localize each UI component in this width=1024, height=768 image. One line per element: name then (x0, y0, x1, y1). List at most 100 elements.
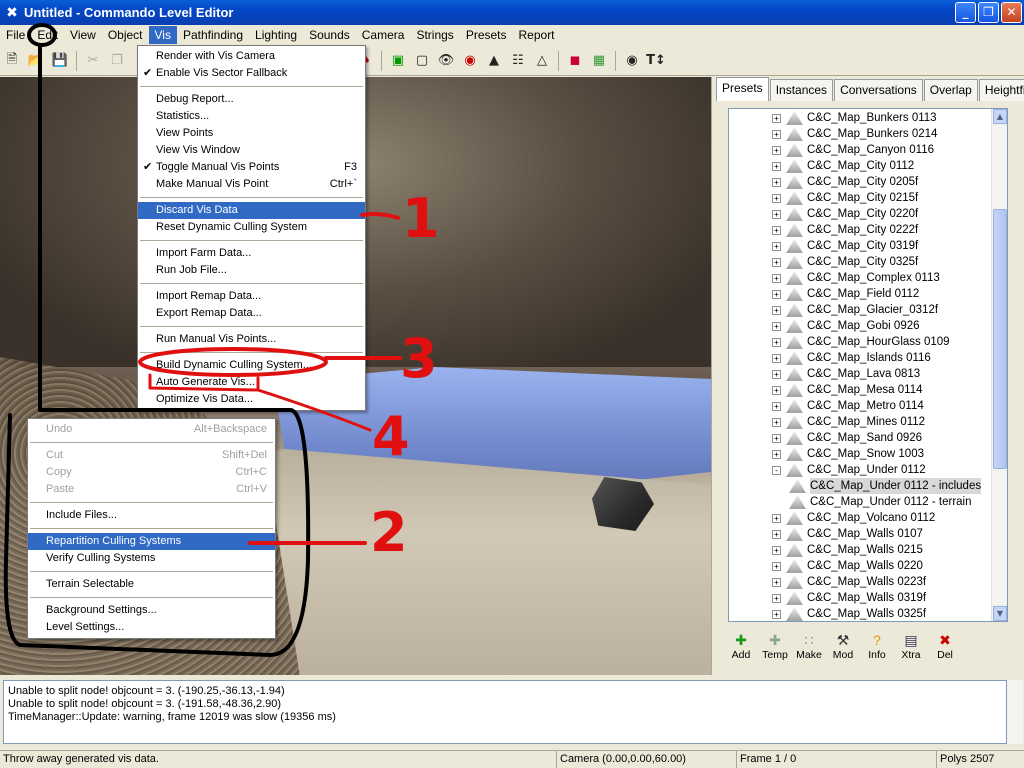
expand-icon[interactable]: + (772, 561, 781, 571)
menu-camera[interactable]: Camera (356, 26, 411, 44)
expand-icon[interactable]: + (772, 449, 781, 459)
tree-item[interactable]: + C&C_Map_Field 0112 (729, 286, 993, 302)
add-button[interactable]: ✚ Add (726, 631, 756, 661)
menu-item-include-files[interactable]: Include Files... (28, 507, 275, 524)
menu-item-render-with-vis-camera[interactable]: Render with Vis Camera (138, 48, 365, 65)
make-button[interactable]: ∷ Make (794, 631, 824, 661)
expand-icon[interactable]: + (772, 609, 781, 619)
tree-item[interactable]: C&C_Map_Under 0112 - includes (729, 478, 993, 494)
close-button[interactable]: ✕ (1001, 2, 1022, 23)
menu-item-auto-generate-vis[interactable]: Auto Generate Vis... (138, 374, 365, 391)
tree-item[interactable]: + C&C_Map_Gobi 0926 (729, 318, 993, 334)
tree-item[interactable]: + C&C_Map_Snow 1003 (729, 446, 993, 462)
tree-item[interactable]: + C&C_Map_City 0325f (729, 254, 993, 270)
tree-item[interactable]: + C&C_Map_City 0205f (729, 174, 993, 190)
menu-item-statistics[interactable]: Statistics... (138, 108, 365, 125)
tree-icon[interactable]: ▲ (483, 50, 505, 72)
tree-item[interactable]: + C&C_Map_Walls 0220 (729, 558, 993, 574)
expand-icon[interactable]: + (772, 417, 781, 427)
tree-item[interactable]: + C&C_Map_City 0215f (729, 190, 993, 206)
menu-item-debug-report[interactable]: Debug Report... (138, 91, 365, 108)
tree-item[interactable]: + C&C_Map_HourGlass 0109 (729, 334, 993, 350)
info-button[interactable]: ? Info (862, 631, 892, 661)
expand-icon[interactable]: + (772, 257, 781, 267)
menu-report[interactable]: Report (513, 26, 561, 44)
collapse-icon[interactable]: - (772, 465, 781, 475)
save-icon[interactable]: 💾 (49, 50, 71, 72)
menu-item-make-manual-vis-point[interactable]: Make Manual Vis Point Ctrl+` (138, 176, 365, 193)
restore-button[interactable]: ❐ (978, 2, 999, 23)
tree-item[interactable]: + C&C_Map_Canyon 0116 (729, 142, 993, 158)
expand-icon[interactable]: + (772, 209, 781, 219)
tree-item[interactable]: + C&C_Map_Walls 0215 (729, 542, 993, 558)
expand-icon[interactable]: + (772, 385, 781, 395)
tree-item[interactable]: + C&C_Map_Bunkers 0214 (729, 126, 993, 142)
eye-icon[interactable]: 👁 (435, 50, 457, 72)
tab-instances[interactable]: Instances (769, 79, 834, 101)
text-tool-icon[interactable]: T↕ (645, 50, 667, 72)
expand-icon[interactable]: + (772, 177, 781, 187)
tree-scrollbar[interactable]: ▲ ▼ (991, 109, 1007, 621)
menu-sounds[interactable]: Sounds (303, 26, 356, 44)
menu-item-cut[interactable]: Cut Shift+Del (28, 447, 275, 464)
copy-icon[interactable]: ❐ (106, 50, 128, 72)
menu-item-paste[interactable]: Paste Ctrl+V (28, 481, 275, 498)
open-file-icon[interactable]: 📂 (25, 50, 47, 72)
menu-view[interactable]: View (64, 26, 102, 44)
menu-item-run-manual-vis-points[interactable]: Run Manual Vis Points... (138, 331, 365, 348)
expand-icon[interactable]: + (772, 529, 781, 539)
tree-item[interactable]: + C&C_Map_City 0319f (729, 238, 993, 254)
menu-item-optimize-vis-data[interactable]: Optimize Vis Data... (138, 391, 365, 408)
menu-item-export-remap-data[interactable]: Export Remap Data... (138, 305, 365, 322)
menu-vis[interactable]: Vis (148, 26, 177, 44)
menu-item-run-job-file[interactable]: Run Job File... (138, 262, 365, 279)
expand-icon[interactable]: + (772, 593, 781, 603)
menu-item-view-points[interactable]: View Points (138, 125, 365, 142)
xtra-button[interactable]: ▤ Xtra (896, 631, 926, 661)
expand-icon[interactable]: + (772, 145, 781, 155)
tab-overlap[interactable]: Overlap (923, 79, 978, 101)
tree-item[interactable]: + C&C_Map_Walls 0223f (729, 574, 993, 590)
tree-item[interactable]: + C&C_Map_Walls 0319f (729, 590, 993, 606)
menu-item-verify-culling-systems[interactable]: Verify Culling Systems (28, 550, 275, 567)
tree-item[interactable]: + C&C_Map_Sand 0926 (729, 430, 993, 446)
tree-item[interactable]: + C&C_Map_Mesa 0114 (729, 382, 993, 398)
tree-item[interactable]: + C&C_Map_Walls 0107 (729, 526, 993, 542)
tree-item[interactable]: - C&C_Map_Under 0112 (729, 462, 993, 478)
menu-item-background-settings[interactable]: Background Settings... (28, 602, 275, 619)
temp-button[interactable]: ✚ Temp (760, 631, 790, 661)
tab-presets[interactable]: Presets (716, 77, 769, 101)
menu-edit[interactable]: Edit (31, 26, 64, 44)
color-cube-icon[interactable]: ◼ (564, 50, 586, 72)
menu-item-undo[interactable]: Undo Alt+Backspace (28, 421, 275, 438)
cube-outline-icon[interactable]: ▢ (411, 50, 433, 72)
expand-icon[interactable]: + (772, 577, 781, 587)
tree-item[interactable]: + C&C_Map_City 0112 (729, 158, 993, 174)
expand-icon[interactable]: + (772, 513, 781, 523)
color-grid-icon[interactable]: ▦ (588, 50, 610, 72)
expand-icon[interactable]: + (772, 545, 781, 555)
presets-tree[interactable]: + C&C_Map_Bunkers 0113 + C&C_Map_Bunkers 02… (728, 108, 1008, 622)
tree-item[interactable]: C&C_Map_Under 0112 - terrain (729, 494, 993, 510)
tree-item[interactable]: + C&C_Map_Walls 0325f (729, 606, 993, 621)
menu-presets[interactable]: Presets (460, 26, 513, 44)
expand-icon[interactable]: + (772, 433, 781, 443)
expand-icon[interactable]: + (772, 289, 781, 299)
tree-item[interactable]: + C&C_Map_City 0220f (729, 206, 993, 222)
tree-item[interactable]: + C&C_Map_Glacier_0312f (729, 302, 993, 318)
tree-item[interactable]: + C&C_Map_City 0222f (729, 222, 993, 238)
scroll-thumb[interactable] (993, 209, 1007, 469)
menu-file[interactable]: File (0, 26, 31, 44)
log-scrollbar[interactable] (1007, 680, 1023, 744)
menu-item-import-farm-data[interactable]: Import Farm Data... (138, 245, 365, 262)
expand-icon[interactable]: + (772, 113, 781, 123)
expand-icon[interactable]: + (772, 337, 781, 347)
minimize-button[interactable]: _ (955, 2, 976, 23)
expand-icon[interactable]: + (772, 193, 781, 203)
tree-item[interactable]: + C&C_Map_Volcano 0112 (729, 510, 993, 526)
vehicle-icon[interactable]: ☷ (507, 50, 529, 72)
cut-icon[interactable]: ✂ (82, 50, 104, 72)
new-file-icon[interactable]: 🗎 (1, 50, 23, 72)
menu-item-reset-dynamic-culling-system[interactable]: Reset Dynamic Culling System (138, 219, 365, 236)
expand-icon[interactable]: + (772, 401, 781, 411)
